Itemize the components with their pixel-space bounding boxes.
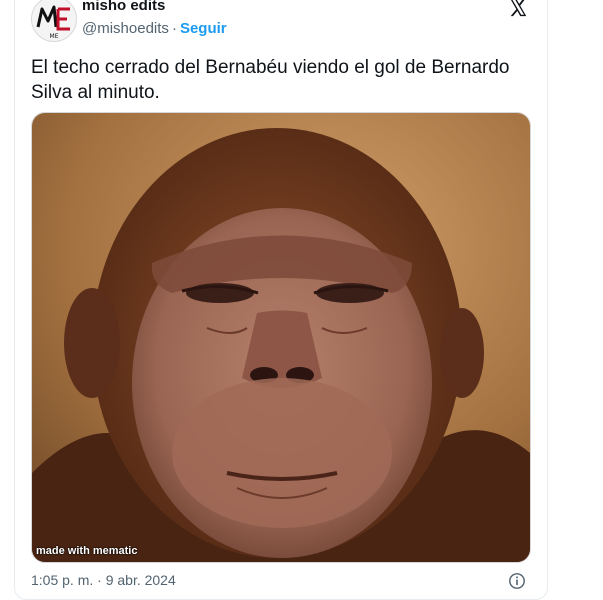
tweet-media[interactable]: made with mematic (31, 112, 531, 563)
info-icon[interactable] (508, 572, 526, 590)
display-name[interactable]: misho edits (82, 0, 165, 14)
avatar-logo-icon: ME (32, 0, 76, 41)
handle-row: @mishoedits · Seguir (82, 20, 227, 37)
media-watermark: made with mematic (36, 545, 138, 557)
handle[interactable]: @mishoedits (82, 20, 169, 37)
x-logo-icon[interactable] (507, 0, 529, 18)
separator: · (171, 20, 177, 37)
timestamp[interactable]: 1:05 p. m. · 9 abr. 2024 (31, 572, 176, 588)
ape-face-photo (32, 113, 530, 562)
tweet-text: El techo cerrado del Bernabéu viendo el … (31, 57, 510, 103)
follow-button[interactable]: Seguir (180, 20, 227, 37)
avatar-initials: ME (50, 33, 59, 40)
